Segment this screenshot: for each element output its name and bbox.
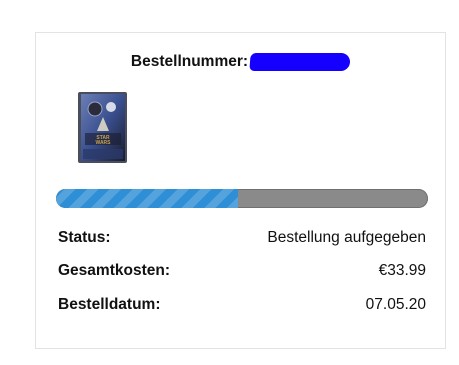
order-number-header: Bestellnummer: [36, 53, 445, 71]
logo-wars: WARS [96, 140, 112, 146]
order-progress-fill [56, 189, 239, 208]
order-progress-bar [56, 189, 428, 208]
order-date-label: Bestelldatum: [58, 296, 161, 313]
total-cost-label: Gesamtkosten: [58, 262, 170, 279]
order-date-value: 07.05.20 [365, 296, 426, 313]
helmet-art [87, 101, 103, 117]
total-cost-row: Gesamtkosten: €33.99 [58, 262, 426, 280]
status-label: Status: [58, 229, 111, 246]
order-number-label: Bestellnummer: [130, 53, 249, 70]
product-thumbnail[interactable]: STAR WARS [75, 91, 130, 164]
status-row: Status: Bestellung aufgegeben [58, 229, 426, 247]
order-number-redaction [249, 53, 351, 71]
order-date-row: Bestelldatum: 07.05.20 [58, 296, 426, 314]
order-card: Bestellnummer: STAR WARS Status: Bestell… [35, 32, 446, 349]
total-cost-value: €33.99 [378, 262, 426, 279]
poster-footer [83, 149, 123, 159]
status-value: Bestellung aufgegeben [267, 229, 426, 246]
character-art [106, 102, 116, 112]
